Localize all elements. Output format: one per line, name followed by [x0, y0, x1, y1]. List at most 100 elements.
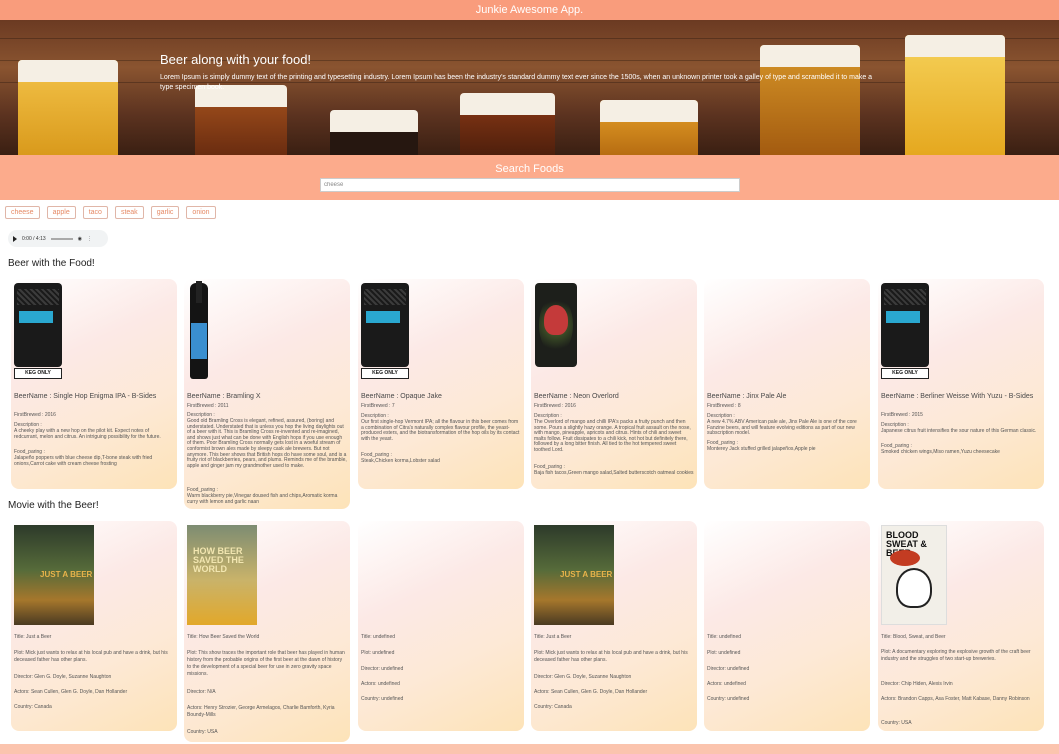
keg-only-label: KEG ONLY	[14, 368, 62, 379]
audio-player: 0:00 / 4:13 ◉ ⋮	[8, 230, 108, 247]
footer	[0, 744, 1059, 754]
beer-image	[190, 281, 208, 379]
description: Good old Bramling Cross is elegant, refi…	[187, 418, 347, 469]
first-brewed: FirstBrewed : 2015	[881, 412, 923, 418]
movie-plot: Plot: Mick just wants to relax at his lo…	[534, 650, 688, 663]
first-brewed: FirstBrewed : 2016	[534, 403, 576, 409]
movie-director: Director: N/A	[187, 689, 216, 695]
beer-glass-1	[18, 60, 118, 155]
description: Our first single-hop Vermont IPA; all th…	[361, 419, 520, 442]
movie-country: Country: Canada	[534, 704, 572, 710]
first-brewed: FirstBrewed : 2016	[14, 412, 56, 418]
movie-country: Country: USA	[881, 720, 912, 726]
movie-plot: Plot: A documentary exploring the explos…	[881, 649, 1031, 662]
food-pairing: Smoked chicken wings,Miso ramen,Yuzu che…	[881, 449, 1000, 455]
movie-plot: Plot: Mick just wants to relax at his lo…	[14, 650, 168, 663]
poster-title: JUST A BEER	[40, 570, 93, 579]
first-brewed: FirstBrewed : 8	[707, 403, 741, 409]
chip-apple[interactable]: apple	[46, 206, 76, 219]
movie-country: Country: undefined	[361, 696, 404, 702]
chip-cheese[interactable]: cheese	[5, 206, 40, 219]
beer-glass-5	[600, 100, 698, 155]
movie-poster: JUST A BEER	[534, 525, 614, 625]
movie-country: Country: Canada	[14, 704, 52, 710]
movie-actors: Actors: Sean Cullen, Glen G. Doyle, Dan …	[534, 689, 648, 695]
beer-name: BeerName : Single Hop Enigma IPA - B-Sid…	[14, 393, 157, 400]
movie-card[interactable]: Title: undefined Plot: undefined Directo…	[704, 521, 870, 731]
chip-onion[interactable]: onion	[186, 206, 216, 219]
movie-actors: Actors: Brandon Capps, Asa Foster, Matt …	[881, 696, 1030, 702]
movie-actors: Actors: undefined	[361, 681, 400, 687]
movie-director: Director: Chip Hiden, Alexis Irvin	[881, 681, 953, 687]
beer-image	[535, 283, 577, 367]
movie-title: Title: Just a Beer	[14, 634, 52, 640]
movie-card[interactable]: Title: undefined Plot: undefined Directo…	[358, 521, 524, 731]
movie-poster: JUST A BEER	[14, 525, 94, 625]
first-brewed: FirstBrewed : 2011	[187, 403, 229, 409]
beer-glass-7	[905, 35, 1005, 155]
audio-time: 0:00 / 4:13	[22, 235, 46, 242]
movie-plot: Plot: undefined	[361, 650, 395, 656]
beer-name: BeerName : Berliner Weisse With Yuzu - B…	[881, 393, 1034, 400]
volume-icon[interactable]: ◉	[78, 236, 82, 242]
play-icon[interactable]	[13, 235, 17, 242]
hero-title: Beer along with your food!	[160, 52, 312, 67]
more-options-icon[interactable]: ⋮	[87, 236, 92, 242]
movie-plot: Plot: This show traces the important rol…	[187, 650, 345, 677]
beer-name: BeerName : Opaque Jake	[361, 393, 442, 400]
movie-card[interactable]: BLOOD SWEAT & BEER Title: Blood, Sweat, …	[878, 521, 1044, 731]
beer-section-title: Beer with the Food!	[8, 258, 95, 269]
movie-director: Director: undefined	[361, 666, 404, 672]
beer-glass-4	[460, 93, 555, 155]
keg-only-label: KEG ONLY	[361, 368, 409, 379]
chip-garlic[interactable]: garlic	[150, 206, 180, 219]
poster-title: HOW BEER SAVED THE WORLD	[193, 546, 244, 574]
movie-director: Director: undefined	[707, 666, 750, 672]
movie-country: Country: undefined	[707, 696, 750, 702]
beer-card[interactable]: KEG ONLY BeerName : Single Hop Enigma IP…	[11, 279, 177, 489]
movie-section-title: Movie with the Beer!	[8, 500, 99, 511]
beer-card[interactable]: BeerName : Bramling X FirstBrewed : 2011…	[184, 279, 350, 509]
food-chips: cheese apple taco steak garlic onion	[5, 206, 216, 219]
movie-title: Title: undefined	[361, 634, 396, 640]
chip-steak[interactable]: steak	[114, 206, 144, 219]
beer-image: KEG ONLY	[361, 283, 409, 379]
food-pairing: Jalapeño poppers with blue cheese dip,T-…	[14, 455, 153, 467]
beer-glass-3	[330, 110, 418, 155]
first-brewed: FirstBrewed : 7	[361, 403, 395, 409]
movie-poster: HOW BEER SAVED THE WORLD	[187, 525, 257, 625]
description: A cheeky play with a new hop on the pilo…	[14, 428, 161, 440]
movie-actors: Actors: Henry Strozier, George Armelagos…	[187, 705, 335, 718]
movie-actors: Actors: undefined	[707, 681, 746, 687]
movie-card[interactable]: JUST A BEER Title: Just a Beer Plot: Mic…	[531, 521, 697, 731]
hero-text: Lorem Ipsum is simply dummy text of the …	[160, 74, 873, 91]
beer-glass-6	[760, 45, 860, 155]
beer-card[interactable]: BeerName : Jinx Pale Ale FirstBrewed : 8…	[704, 279, 870, 489]
food-pairing: Steak,Chicken korma,Lobster salad	[361, 458, 440, 464]
beer-card[interactable]: BeerName : Neon Overlord FirstBrewed : 2…	[531, 279, 697, 489]
description: The Overlord of mango and chilli IPA's p…	[534, 419, 691, 453]
beer-image: KEG ONLY	[881, 283, 929, 379]
movie-title: Title: Just a Beer	[534, 634, 572, 640]
audio-progress-track[interactable]	[50, 237, 73, 240]
beer-image: KEG ONLY	[14, 283, 62, 379]
food-pairing: Warm blackberry pie,Vinegar doused fish …	[187, 493, 338, 505]
beer-glass-2	[195, 85, 287, 155]
search-title: Search Foods	[495, 163, 564, 175]
beer-card[interactable]: KEG ONLY BeerName : Opaque Jake FirstBre…	[358, 279, 524, 489]
search-input[interactable]	[320, 178, 740, 192]
chip-taco[interactable]: taco	[82, 206, 108, 219]
movie-actors: Actors: Sean Cullen, Glen G. Doyle, Dan …	[14, 689, 128, 695]
app-title: Junkie Awesome App.	[0, 0, 1059, 20]
movie-card[interactable]: JUST A BEER Title: Just a Beer Plot: Mic…	[11, 521, 177, 731]
movie-poster: BLOOD SWEAT & BEER	[881, 525, 947, 625]
food-pairing: Monterey Jack stuffed grilled jalapeños,…	[707, 446, 816, 452]
movie-title: Title: undefined	[707, 634, 742, 640]
keg-only-label: KEG ONLY	[881, 368, 929, 379]
hero-banner: Beer along with your food! Lorem Ipsum i…	[0, 20, 1059, 155]
beer-card[interactable]: KEG ONLY BeerName : Berliner Weisse With…	[878, 279, 1044, 489]
movie-plot: Plot: undefined	[707, 650, 741, 656]
movie-director: Director: Glen G. Doyle, Suzanne Naughto…	[534, 674, 632, 680]
poster-title: JUST A BEER	[560, 570, 613, 579]
movie-card[interactable]: HOW BEER SAVED THE WORLD Title: How Beer…	[184, 521, 350, 742]
